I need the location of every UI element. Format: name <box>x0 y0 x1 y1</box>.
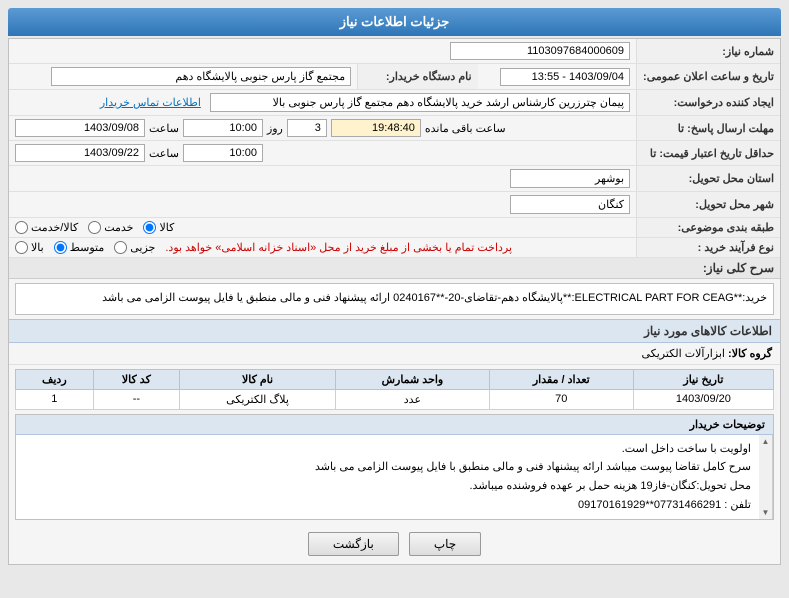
shahr-label: شهر محل تحویل: <box>637 192 780 218</box>
idad-input: پیمان چترزرین کارشناس ارشد خرید پالایشگا… <box>210 93 630 112</box>
jadval-value-cell: 1403/09/22 ساعت 10:00 <box>9 141 637 166</box>
idad-label: ایجاد کننده درخواست: <box>637 90 780 116</box>
cell-radif: 1 <box>16 389 94 409</box>
table-header-row: تاریخ نیاز تعداد / مقدار واحد شمارش نام … <box>16 369 774 389</box>
row-tarikh-name: تاریخ و ساعت اعلان عمومی: 1403/09/04 - 1… <box>9 64 780 90</box>
jadval-label: حداقل تاریخ اعتبار قیمت: تا <box>637 141 780 166</box>
group-label: گروه کالا: <box>728 348 772 360</box>
tarikh-aelam-input: 1403/09/04 - 13:55 <box>500 68 630 86</box>
page-container: جزئیات اطلاعات نیاز شماره نیاز: 11030976… <box>0 0 789 573</box>
btn-bazgasht[interactable]: بازگشت <box>308 532 399 556</box>
tozi-line: محل تحویل:کنگان-فاز19 هزینه حمل بر عهده … <box>24 477 751 496</box>
scroll-up-icon[interactable]: ▲ <box>762 437 770 447</box>
shomara-value: 1103097684000609 <box>9 39 637 64</box>
col-tarikh: تاریخ نیاز <box>633 369 773 389</box>
nogh-jozi[interactable]: جزیی <box>114 241 155 254</box>
info-table: شماره نیاز: 1103097684000609 تاریخ و ساع… <box>9 39 780 258</box>
row-nogh: نوع فرآیند خرید : بالا متوسط <box>9 238 780 258</box>
cell-tedad: 70 <box>489 389 633 409</box>
cell-name: پلاگ الکتریکی <box>180 389 336 409</box>
sarh-title: سرح کلی نیاز: <box>9 258 780 279</box>
tarikh-aelam-value: 1403/09/04 - 13:55 <box>478 64 637 90</box>
col-name: نام کالا <box>180 369 336 389</box>
nogh-label: نوع فرآیند خرید : <box>637 238 780 258</box>
tozi-line: تلفن : 07731466291**09170161929 <box>24 496 751 515</box>
row-mohlat: مهلت ارسال پاسخ: تا 1403/09/08 ساعت 10:0… <box>9 116 780 141</box>
mohlat-baqi-label: ساعت باقی مانده <box>425 122 506 135</box>
cell-vahed: عدد <box>336 389 490 409</box>
mohlat-value-cell: 1403/09/08 ساعت 10:00 روز 3 19:48:40 ساع… <box>9 116 637 141</box>
tarikh-aelam-label: تاریخ و ساعت اعلان عمومی: <box>637 64 780 90</box>
name-khardar-input: مجتمع گاز پارس جنوبی پالایشگاه دهم <box>51 67 351 86</box>
tabaghe-options-cell: کالا/خدمت خدمت کالا <box>9 218 637 238</box>
nogh-cell: بالا متوسط جزیی پ <box>9 238 637 258</box>
sarh-text: خرید:**ELECTRICAL PART FOR CEAG:**پالایش… <box>102 292 767 304</box>
ostan-input: بوشهر <box>510 169 630 188</box>
row-jadval: حداقل تاریخ اعتبار قیمت: تا 1403/09/22 س… <box>9 141 780 166</box>
nogh-bala[interactable]: بالا <box>15 241 44 254</box>
btn-chap[interactable]: چاپ <box>409 532 481 556</box>
row-shahr: شهر محل تحویل: کنگان <box>9 192 780 218</box>
products-table: تاریخ نیاز تعداد / مقدار واحد شمارش نام … <box>15 369 774 410</box>
tabaghe-kalakhedmat[interactable]: کالا/خدمت <box>15 221 78 234</box>
mohlat-date-input: 1403/09/08 <box>15 119 145 137</box>
table-row: 1403/09/20 70 عدد پلاگ الکتریکی -- 1 <box>16 389 774 409</box>
mohlat-label-text: مهلت ارسال پاسخ: تا <box>678 123 774 135</box>
row-tabaghe: طبقه بندی موضوعی: کالا/خدمت خدمت کالا <box>9 218 780 238</box>
group-value: ابزارآلات الکتریکی <box>641 348 724 360</box>
sarh-content: خرید:**ELECTRICAL PART FOR CEAG:**پالایش… <box>15 283 774 315</box>
row-idad: ایجاد کننده درخواست: پیمان چترزرین کارشن… <box>9 90 780 116</box>
group-row: گروه کالا: ابزارآلات الکتریکی <box>9 343 780 365</box>
row-ostan: استان محل تحویل: بوشهر <box>9 166 780 192</box>
col-tedad: تعداد / مقدار <box>489 369 633 389</box>
nogh-motvaset[interactable]: متوسط <box>54 241 105 254</box>
main-card: شماره نیاز: 1103097684000609 تاریخ و ساع… <box>8 38 781 565</box>
page-header: جزئیات اطلاعات نیاز <box>8 8 781 36</box>
scroll-down-icon[interactable]: ▼ <box>762 508 770 518</box>
tozi-line: اولویت با ساخت داخل است. <box>24 440 751 459</box>
ostan-label: استان محل تحویل: <box>637 166 780 192</box>
tozi-body: اولویت با ساخت داخل است.سرح کامل تقاضا پ… <box>16 435 759 520</box>
col-kod: کد کالا <box>93 369 179 389</box>
name-khardar-value: مجتمع گاز پارس جنوبی پالایشگاه دهم <box>9 64 358 90</box>
tozi-header: توضیحات خریدار <box>16 415 773 435</box>
jadval-date-input: 1403/09/22 <box>15 144 145 162</box>
tozi-line: سرح کامل تقاضا پیوست میباشد ارائه پیشنها… <box>24 458 751 477</box>
tozi-scrollbar[interactable]: ▲ ▼ <box>759 435 773 520</box>
kalaha-title: اطلاعات کالاهای مورد نیاز <box>9 319 780 343</box>
idad-value-cell: پیمان چترزرین کارشناس ارشد خرید پالایشگا… <box>9 90 637 116</box>
col-radif: ردیف <box>16 369 94 389</box>
mohlat-baqi-input: 19:48:40 <box>331 119 421 137</box>
buttons-row: چاپ بازگشت <box>9 524 780 564</box>
jadval-time-input: 10:00 <box>183 144 263 162</box>
tabaghe-kala[interactable]: کالا <box>143 221 174 234</box>
row-shomara: شماره نیاز: 1103097684000609 <box>9 39 780 64</box>
mohlat-time-input: 10:00 <box>183 119 263 137</box>
ostan-value: بوشهر <box>9 166 637 192</box>
tozi-scroll-container: ▲ ▼ اولویت با ساخت داخل است.سرح کامل تقا… <box>16 435 773 520</box>
cell-tarikh: 1403/09/20 <box>633 389 773 409</box>
page-title: جزئیات اطلاعات نیاز <box>340 14 450 29</box>
idad-link[interactable]: اطلاعات تماس خریدار <box>100 97 201 109</box>
tabaghe-label: طبقه بندی موضوعی: <box>637 218 780 238</box>
name-khardar-label: نام دستگاه خریدار: <box>358 64 478 90</box>
cell-kod: -- <box>93 389 179 409</box>
jadval-label-text: حداقل تاریخ اعتبار قیمت: تا <box>650 148 774 160</box>
nogh-desc: پرداخت تمام یا بخشی از مبلغ خرید از محل … <box>165 241 512 254</box>
shomara-label: شماره نیاز: <box>637 39 780 64</box>
tabaghe-khedmat[interactable]: خدمت <box>88 221 133 234</box>
col-vahed: واحد شمارش <box>336 369 490 389</box>
mohlat-roz-input: 3 <box>287 119 327 137</box>
mohlat-label: مهلت ارسال پاسخ: تا <box>637 116 780 141</box>
shahr-input: کنگان <box>510 195 630 214</box>
shahr-value: کنگان <box>9 192 637 218</box>
tozi-section: توضیحات خریدار ▲ ▼ اولویت با ساخت داخل ا… <box>15 414 774 521</box>
shomara-input: 1103097684000609 <box>450 42 630 60</box>
